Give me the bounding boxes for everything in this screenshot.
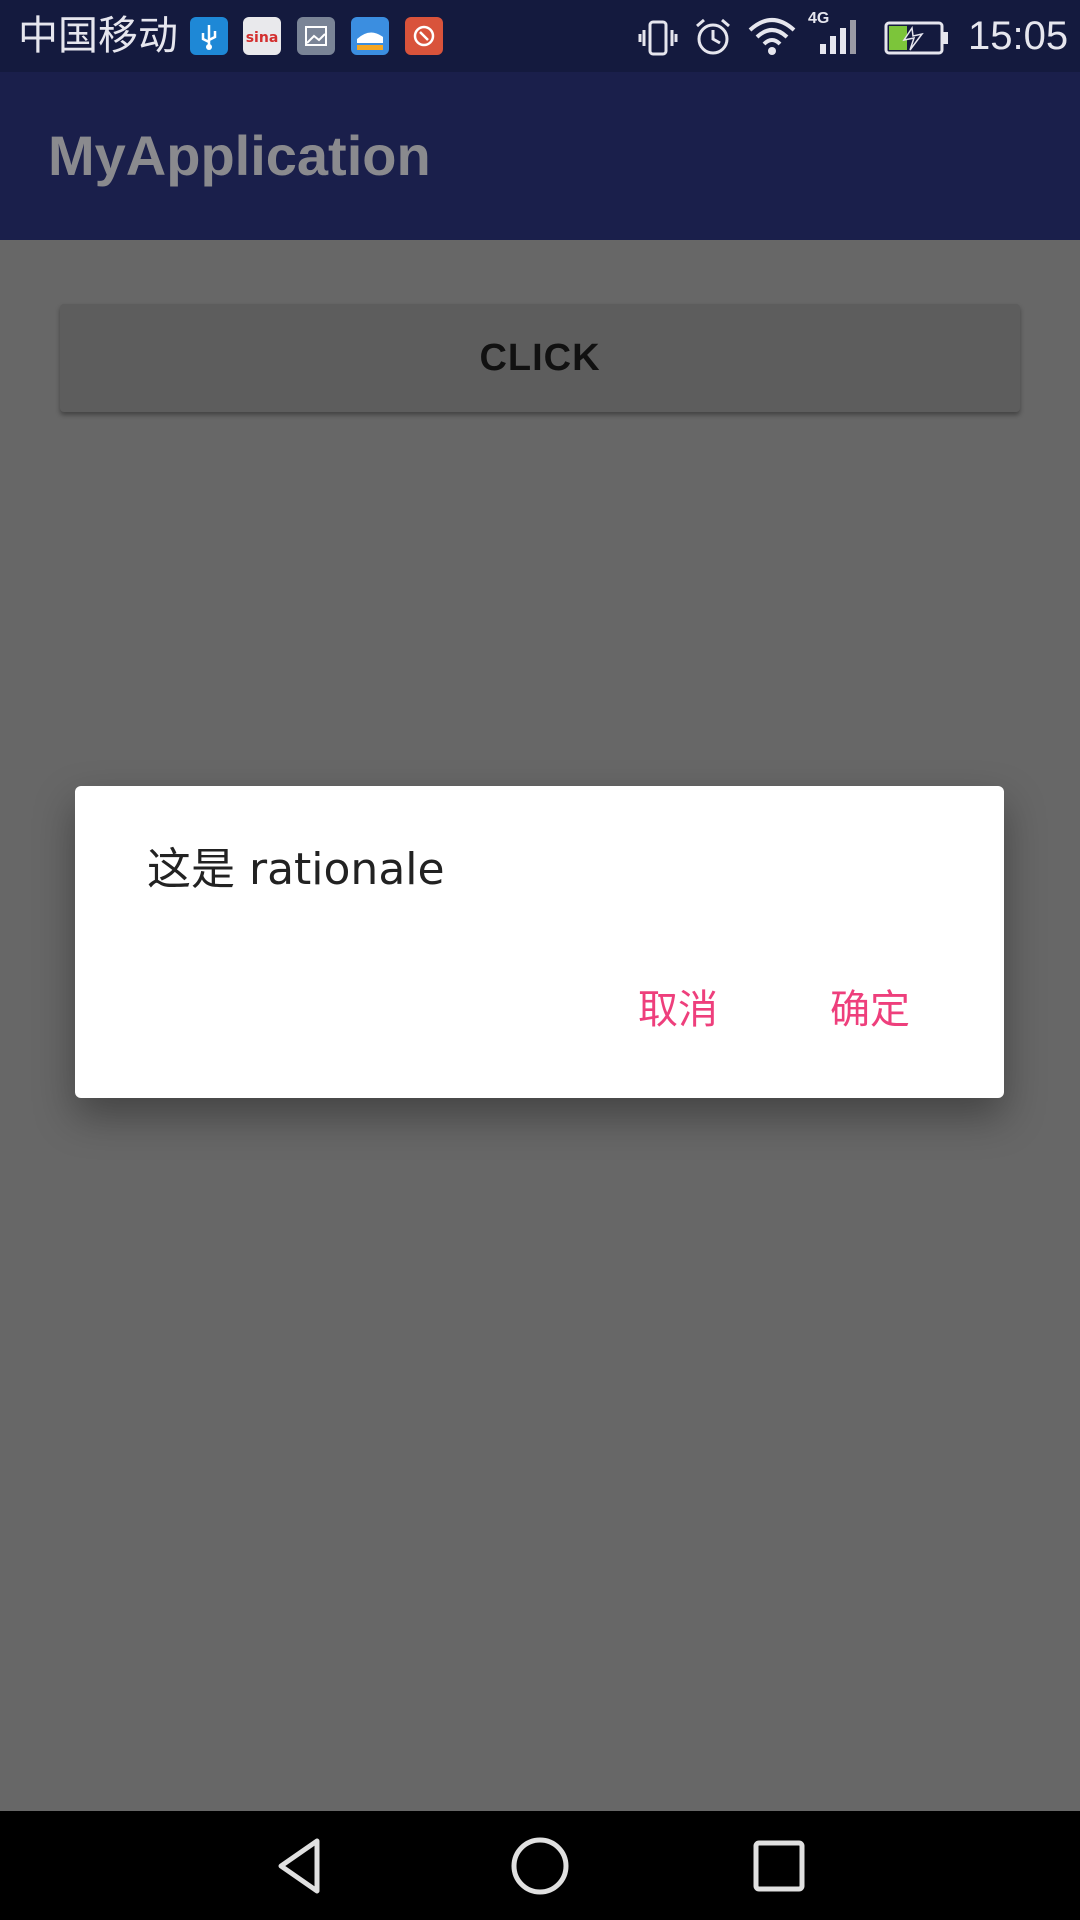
train-app-icon [351, 17, 389, 55]
ok-button[interactable]: 确定 [822, 982, 918, 1038]
app-title: MyApplication [48, 124, 431, 187]
clock-time: 15:05 [968, 14, 1069, 58]
vibrate-icon [638, 20, 678, 56]
back-icon[interactable] [267, 1833, 333, 1899]
cancel-button[interactable]: 取消 [630, 982, 726, 1038]
recorder-app-icon [405, 17, 443, 55]
signal-icon [820, 20, 856, 54]
home-icon[interactable] [507, 1833, 573, 1899]
gallery-icon [297, 17, 335, 55]
navigation-bar [0, 1811, 1080, 1920]
click-button[interactable]: CLICK [60, 304, 1020, 412]
dialog-message: 这是 rationale [147, 844, 445, 895]
app-bar: MyApplication [0, 72, 1080, 240]
recents-icon[interactable] [746, 1833, 812, 1899]
sina-icon: sina [243, 17, 281, 55]
carrier-name: 中国移动 [18, 13, 178, 59]
usb-icon [190, 17, 228, 55]
battery-charging-icon [884, 21, 948, 55]
status-bar: 中国移动 sina 4G 15:05 [0, 0, 1080, 72]
wifi-icon [748, 18, 796, 55]
rationale-dialog: 这是 rationale 取消 确定 [75, 786, 1004, 1098]
svg-text:sina: sina [246, 30, 279, 46]
alarm-icon [696, 18, 730, 55]
